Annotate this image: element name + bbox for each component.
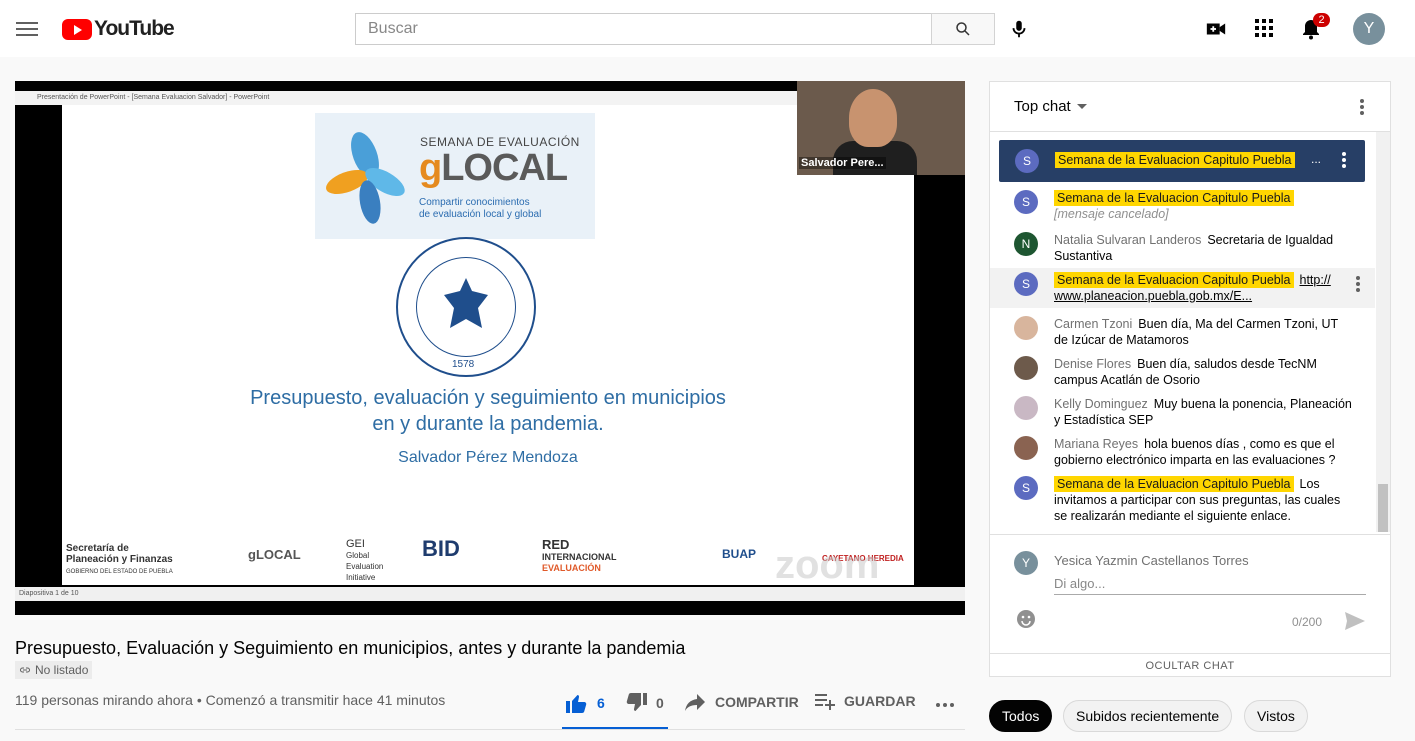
top-bar: YouTube 2 Y — [0, 0, 1415, 57]
sponsor-secretaria: Secretaría de Planeación y Finanzas GOBIER… — [66, 543, 173, 575]
chat-scrollbar[interactable] — [1376, 132, 1390, 532]
search-input[interactable] — [355, 13, 931, 45]
search-icon — [956, 22, 970, 36]
chat-message-input[interactable]: Di algo... — [1054, 573, 1366, 595]
message-author: Semana de la Evaluacion Capitulo Puebla — [1054, 272, 1294, 288]
slide-author: Salvador Pérez Mendoza — [398, 449, 578, 466]
pinned-author: Semana de la Evaluacion Capitulo Puebla — [1055, 152, 1295, 168]
video-player[interactable]: Presentación de PowerPoint - [Semana Eva… — [15, 81, 965, 615]
glocal-logo: SEMANA DE EVALUACIÓN gLOCAL Compartir co… — [315, 113, 595, 239]
thumbs-up-icon — [566, 695, 587, 713]
sponsor-gei: GEI Global Evaluation Initiative — [346, 538, 384, 583]
avatar — [1014, 356, 1038, 380]
message-author: Semana de la Evaluacion Capitulo Puebla — [1054, 476, 1294, 492]
emoji-icon[interactable] — [1016, 609, 1036, 629]
share-button[interactable]: COMPARTIR — [683, 692, 799, 712]
message-text: [mensaje cancelado] — [1054, 207, 1169, 221]
chip-todos[interactable]: Todos — [989, 700, 1053, 732]
share-icon — [685, 694, 705, 711]
speaker-name: Salvador Pere... — [799, 157, 886, 169]
avatar: S — [1014, 272, 1038, 296]
thumbs-down-icon — [626, 693, 647, 711]
chat-header: Top chat — [990, 82, 1390, 132]
view-count: 119 personas mirando ahora • Comenzó a t… — [15, 692, 446, 708]
presentation-slide: SEMANA DE EVALUACIÓN gLOCAL Compartir co… — [62, 105, 914, 585]
my-name: Yesica Yazmin Castellanos Torres — [1054, 553, 1249, 568]
hamburger-menu-icon[interactable] — [16, 18, 38, 38]
like-button[interactable]: 6 — [565, 692, 605, 714]
speaker-face — [849, 89, 897, 147]
live-chat: Top chat S Semana de la Evaluacion Capit… — [989, 81, 1391, 677]
chat-mode-dropdown[interactable]: Top chat — [1014, 98, 1087, 115]
notification-badge: 2 — [1313, 13, 1330, 27]
speaker-camera: Salvador Pere... — [797, 81, 965, 175]
avatar: S — [1015, 149, 1039, 173]
chat-menu-icon[interactable] — [1360, 99, 1364, 117]
account-avatar[interactable]: Y — [1353, 13, 1385, 45]
eagle-icon — [444, 278, 488, 328]
chat-input-area: Y Yesica Yazmin Castellanos Torres Di al… — [990, 534, 1390, 677]
slide-title: Presupuesto, evaluación y seguimiento en… — [250, 387, 726, 435]
buap-seal: 1578 — [396, 237, 536, 377]
glocal-title: gLOCAL — [419, 147, 568, 189]
slide-status: Diapositiva 1 de 10 — [15, 587, 965, 601]
search-bar — [355, 13, 995, 45]
message-menu-icon[interactable] — [1356, 276, 1360, 294]
youtube-play-icon — [62, 18, 92, 40]
link-icon — [20, 667, 30, 673]
hide-chat-button[interactable]: OCULTAR CHAT — [990, 653, 1390, 678]
pinned-menu-icon[interactable] — [1342, 152, 1346, 170]
more-actions-icon[interactable] — [935, 702, 955, 708]
search-button[interactable] — [931, 13, 995, 45]
sponsor-bid: BID — [422, 536, 460, 561]
avatar: N — [1014, 232, 1038, 256]
dislike-button[interactable]: 0 — [624, 692, 664, 714]
message-author: Semana de la Evaluacion Capitulo Puebla — [1054, 190, 1294, 206]
avatar: S — [1014, 190, 1038, 214]
create-video-icon[interactable] — [1205, 18, 1227, 40]
chip-watched[interactable]: Vistos — [1244, 700, 1308, 732]
avatar — [1014, 316, 1038, 340]
pinned-message[interactable]: S Semana de la Evaluacion Capitulo Puebl… — [999, 140, 1365, 182]
message-author: Kelly Dominguez — [1054, 397, 1148, 411]
sponsor-glocal: gLOCAL — [248, 547, 301, 562]
zoom-watermark: zoom — [775, 543, 880, 587]
video-title: Presupuesto, Evaluación y Seguimiento en… — [15, 638, 686, 658]
caret-down-icon — [1076, 103, 1087, 109]
sponsor-buap: BUAP — [722, 547, 757, 561]
save-button[interactable]: GUARDAR — [814, 692, 916, 710]
glocal-flower-icon — [326, 132, 405, 224]
playlist-add-icon — [815, 694, 835, 710]
send-icon[interactable] — [1344, 611, 1366, 631]
avatar — [1014, 436, 1038, 460]
message-author: Natalia Sulvaran Landeros — [1054, 233, 1202, 247]
microphone-icon[interactable] — [1008, 17, 1030, 41]
message-author: Mariana Reyes — [1054, 437, 1139, 451]
sponsor-red: RED INTERNACIONAL EVALUACIÓN — [542, 537, 617, 573]
my-avatar: Y — [1014, 551, 1038, 575]
youtube-logo[interactable]: YouTube — [62, 17, 175, 41]
unlisted-badge: No listado — [15, 661, 93, 679]
chip-recent[interactable]: Subidos recientemente — [1063, 700, 1233, 732]
avatar: S — [1014, 476, 1038, 500]
apps-grid-icon[interactable] — [1254, 18, 1274, 38]
avatar — [1014, 396, 1038, 420]
message-author: Denise Flores — [1054, 357, 1132, 371]
message-author: Carmen Tzoni — [1054, 317, 1133, 331]
char-counter: 0/200 — [1292, 615, 1323, 629]
glocal-tagline: Compartir conocimientos de evaluación loc… — [419, 197, 542, 220]
